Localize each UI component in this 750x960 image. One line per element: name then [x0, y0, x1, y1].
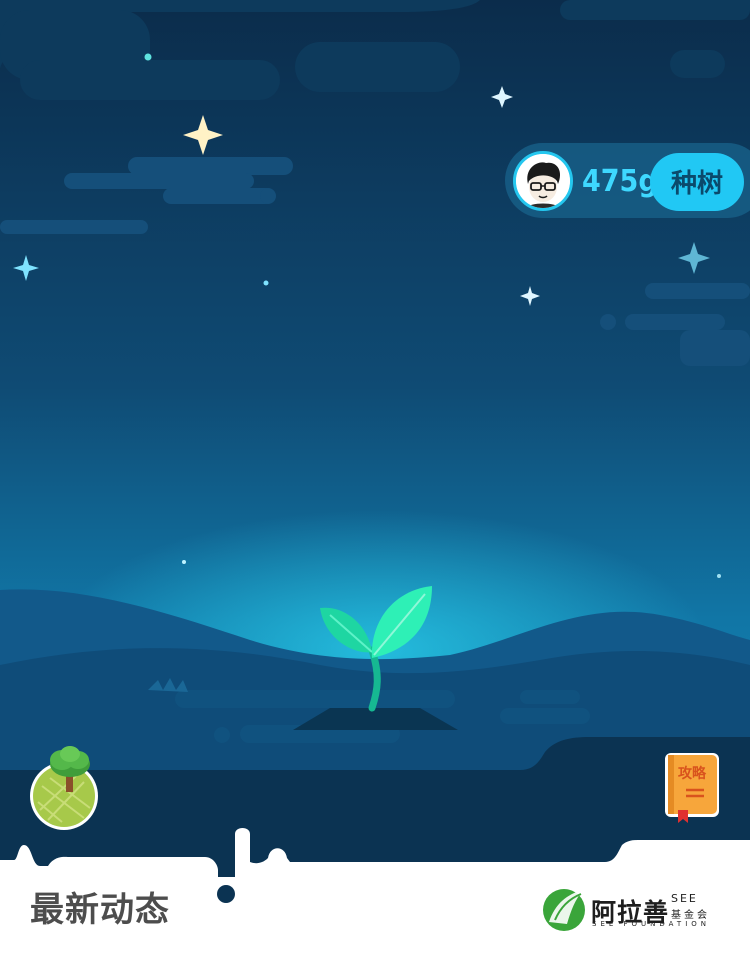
plant-tree-button[interactable]: 种树 [650, 153, 744, 211]
user-avatar-icon[interactable] [513, 151, 573, 211]
drip-dot [217, 885, 235, 903]
tree-badge-icon[interactable] [28, 744, 102, 830]
see-leaf-logo-icon [543, 889, 585, 931]
energy-amount: 475g [582, 164, 658, 199]
see-foundation-text: SEE FOUNDATION [592, 920, 711, 928]
see-sub: 基金会 [671, 910, 710, 921]
latest-updates-title: 最新动态 [30, 890, 170, 930]
star [717, 574, 721, 578]
star [182, 560, 186, 564]
guide-label: 攻略 [678, 766, 706, 782]
star [144, 53, 152, 61]
star [263, 280, 269, 286]
see-abbr: SEE [671, 892, 698, 905]
